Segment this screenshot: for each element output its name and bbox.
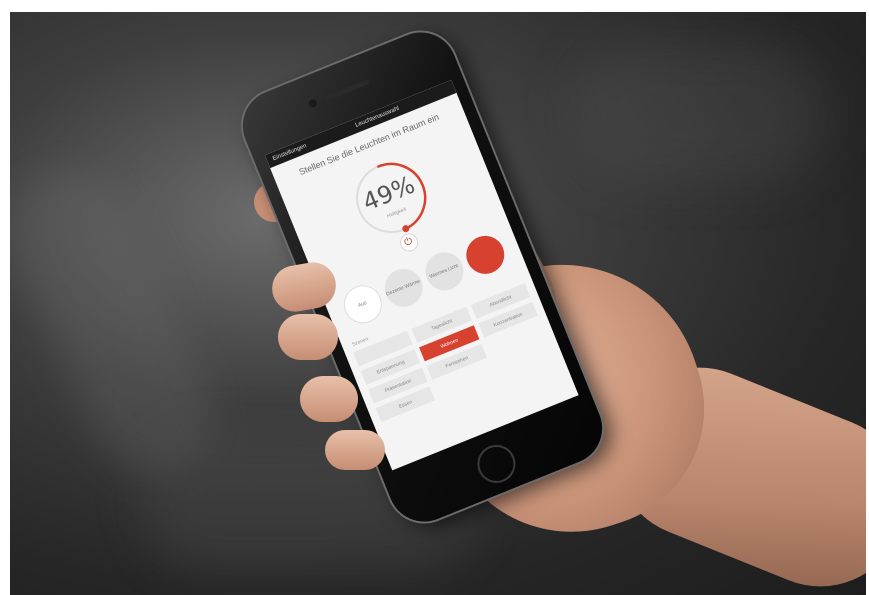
finger xyxy=(278,314,338,360)
background-blur xyxy=(570,42,830,182)
finger xyxy=(325,430,385,470)
brightness-dial[interactable]: 49% Helligkeit xyxy=(335,142,447,254)
photo: Einstellungen Leuchtenauswahl Stellen Si… xyxy=(10,12,866,595)
mode-circle-warm-light[interactable]: Warmes Licht xyxy=(419,246,469,297)
home-button[interactable] xyxy=(471,439,522,489)
status-left[interactable]: Einstellungen xyxy=(272,143,308,162)
mode-circle-warm[interactable]: Dezente Wärme xyxy=(378,263,428,313)
status-center[interactable]: Leuchtenauswahl xyxy=(355,106,401,129)
speaker xyxy=(323,79,370,102)
mode-circle-active[interactable] xyxy=(460,230,510,280)
front-camera xyxy=(307,98,319,109)
mode-circle-off[interactable]: Aus xyxy=(337,279,388,330)
finger xyxy=(300,376,358,422)
dial-knob[interactable] xyxy=(401,224,410,233)
